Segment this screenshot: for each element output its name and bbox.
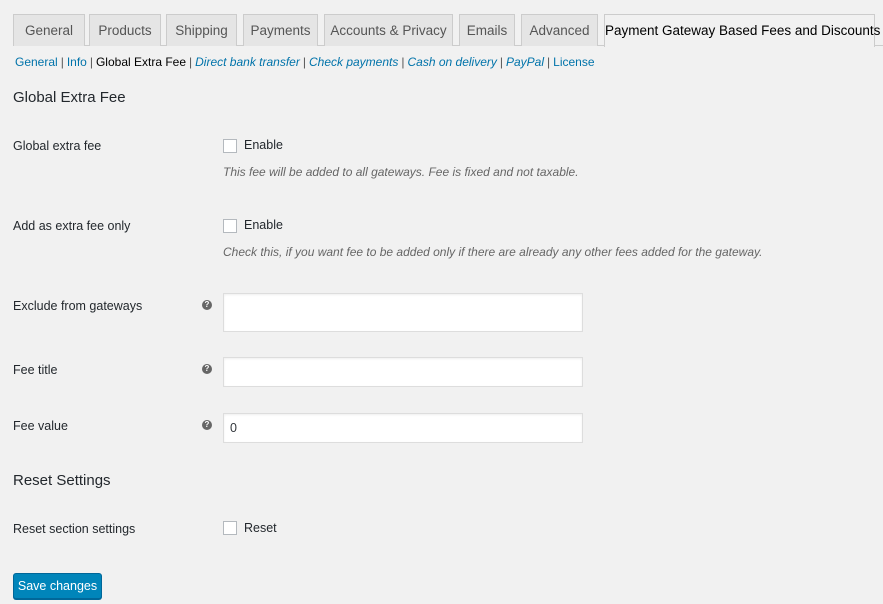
subnav-info[interactable]: Info [67,55,87,69]
section-subnav: General | Info | Global Extra Fee | Direct ban… [15,55,595,69]
reset-checkbox-label[interactable]: Reset [244,521,277,535]
section-title-reset-settings: Reset Settings [13,472,111,489]
section-title-global-extra-fee: Global Extra Fee [13,89,126,106]
exclude-gateways-input[interactable] [223,293,583,332]
global-extra-fee-description: This fee will be added to all gateways. … [223,165,579,179]
fee-value-input[interactable] [223,413,583,443]
save-changes-button[interactable]: Save changes [13,573,102,599]
fee-title-label: Fee title [13,363,58,377]
help-icon[interactable]: ? [202,420,212,430]
settings-tabs: General Products Shipping Payments Accou… [13,14,883,47]
tab-general[interactable]: General [13,14,85,46]
subnav-general[interactable]: General [15,55,58,69]
extra-fee-only-checkbox-label[interactable]: Enable [244,218,283,232]
subnav-global-extra-fee: Global Extra Fee [95,55,187,69]
subnav-license[interactable]: License [553,55,594,69]
fee-title-input[interactable] [223,357,583,387]
tab-emails[interactable]: Emails [459,14,515,46]
global-extra-fee-checkbox-label[interactable]: Enable [244,138,283,152]
extra-fee-only-label: Add as extra fee only [13,219,131,233]
tab-payment-gateway-fees[interactable]: Payment Gateway Based Fees and Discounts [604,14,880,47]
tab-advanced[interactable]: Advanced [521,14,598,46]
subnav-separator: | [60,55,64,69]
extra-fee-only-description: Check this, if you want fee to be added … [223,245,763,259]
subnav-separator: | [89,55,93,69]
subnav-separator: | [302,55,306,69]
reset-section-label: Reset section settings [13,522,136,536]
subnav-separator: | [189,55,193,69]
subnav-separator: | [499,55,503,69]
reset-checkbox[interactable] [223,521,237,535]
tab-accounts-privacy[interactable]: Accounts & Privacy [324,14,453,46]
subnav-paypal[interactable]: PayPal [506,55,544,69]
subnav-separator: | [547,55,551,69]
subnav-cash-on-delivery[interactable]: Cash on delivery [407,55,496,69]
tab-shipping[interactable]: Shipping [166,14,237,46]
global-extra-fee-checkbox[interactable] [223,139,237,153]
subnav-separator: | [401,55,405,69]
extra-fee-only-checkbox[interactable] [223,219,237,233]
tab-payments[interactable]: Payments [243,14,318,46]
help-icon[interactable]: ? [202,300,212,310]
fee-value-label: Fee value [13,419,68,433]
subnav-direct-bank-transfer[interactable]: Direct bank transfer [195,55,300,69]
subnav-check-payments[interactable]: Check payments [309,55,398,69]
global-extra-fee-label: Global extra fee [13,139,102,153]
exclude-gateways-label: Exclude from gateways [13,299,143,313]
help-icon[interactable]: ? [202,364,212,374]
tab-products[interactable]: Products [89,14,161,46]
